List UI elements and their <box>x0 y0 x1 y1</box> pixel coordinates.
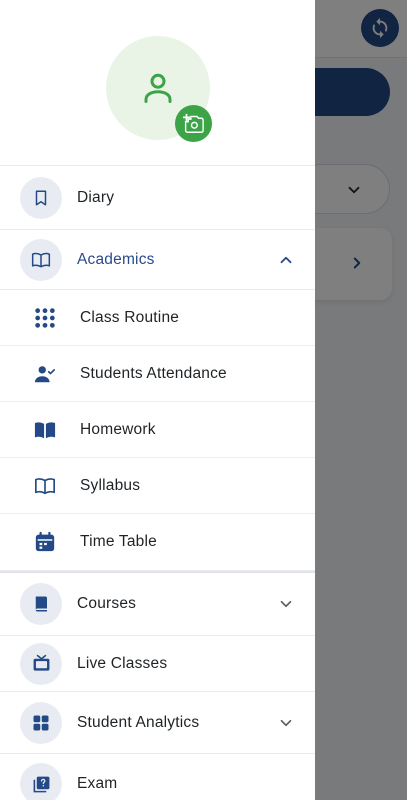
submenu-item-time-table[interactable]: Time Table <box>0 514 315 570</box>
person-check-icon <box>34 365 55 382</box>
sub-icon-wrap <box>32 307 58 329</box>
submenu-item-class-routine[interactable]: Class Routine <box>0 290 315 346</box>
submenu-item-label: Students Attendance <box>80 364 227 382</box>
tv-icon <box>33 654 49 671</box>
menu-item-label: Student Analytics <box>77 713 200 731</box>
menu-item-exam[interactable]: Exam <box>0 754 315 800</box>
profile-header <box>0 0 315 166</box>
icon-circle <box>20 176 62 219</box>
book-filled-icon <box>34 421 56 438</box>
icon-circle <box>20 763 62 800</box>
icon-circle <box>20 701 62 744</box>
menu-item-label: Diary <box>77 188 115 206</box>
submenu-item-label: Time Table <box>80 533 157 550</box>
chevron-up-icon[interactable] <box>277 251 295 269</box>
open-book-icon <box>31 252 51 267</box>
chevron-down-icon[interactable] <box>277 595 295 613</box>
quiz-icon <box>33 776 49 792</box>
dashboard-grid-icon <box>33 715 49 730</box>
menu-item-academics[interactable]: Academics <box>0 230 315 290</box>
menu-item-student-analytics[interactable]: Student Analytics <box>0 692 315 754</box>
menu-item-live-classes[interactable]: Live Classes <box>0 636 315 692</box>
chevron-down-icon[interactable] <box>277 714 295 732</box>
icon-circle <box>20 238 62 281</box>
icon-circle <box>20 642 62 685</box>
sub-icon-wrap <box>32 475 58 497</box>
submenu-item-syllabus[interactable]: Syllabus <box>0 458 315 514</box>
sub-icon-wrap <box>32 531 58 553</box>
book-icon <box>35 596 47 612</box>
navigation-drawer: Diary Academics Class Routine Students A… <box>0 0 315 800</box>
menu-item-label: Courses <box>77 595 137 612</box>
grid-dots-icon <box>35 307 55 328</box>
menu-item-diary[interactable]: Diary <box>0 166 315 230</box>
open-book-icon <box>35 477 55 494</box>
menu-item-label: Exam <box>77 775 118 792</box>
sub-icon-wrap <box>32 363 58 385</box>
calendar-icon <box>35 531 55 552</box>
user-outline-icon <box>144 73 172 103</box>
submenu-item-label: Syllabus <box>80 476 141 494</box>
submenu-item-label: Class Routine <box>80 308 180 326</box>
submenu-item-label: Homework <box>80 420 156 438</box>
sub-icon-wrap <box>32 419 58 441</box>
submenu-item-students-attendance[interactable]: Students Attendance <box>0 346 315 402</box>
icon-circle <box>20 583 62 625</box>
camera-add-icon <box>183 113 204 133</box>
change-photo-button[interactable] <box>175 105 212 142</box>
bookmark-icon <box>35 190 47 205</box>
menu-item-label: Live Classes <box>77 654 168 672</box>
menu-item-courses[interactable]: Courses <box>0 573 315 636</box>
menu-item-label: Academics <box>77 250 155 268</box>
submenu-item-homework[interactable]: Homework <box>0 402 315 458</box>
